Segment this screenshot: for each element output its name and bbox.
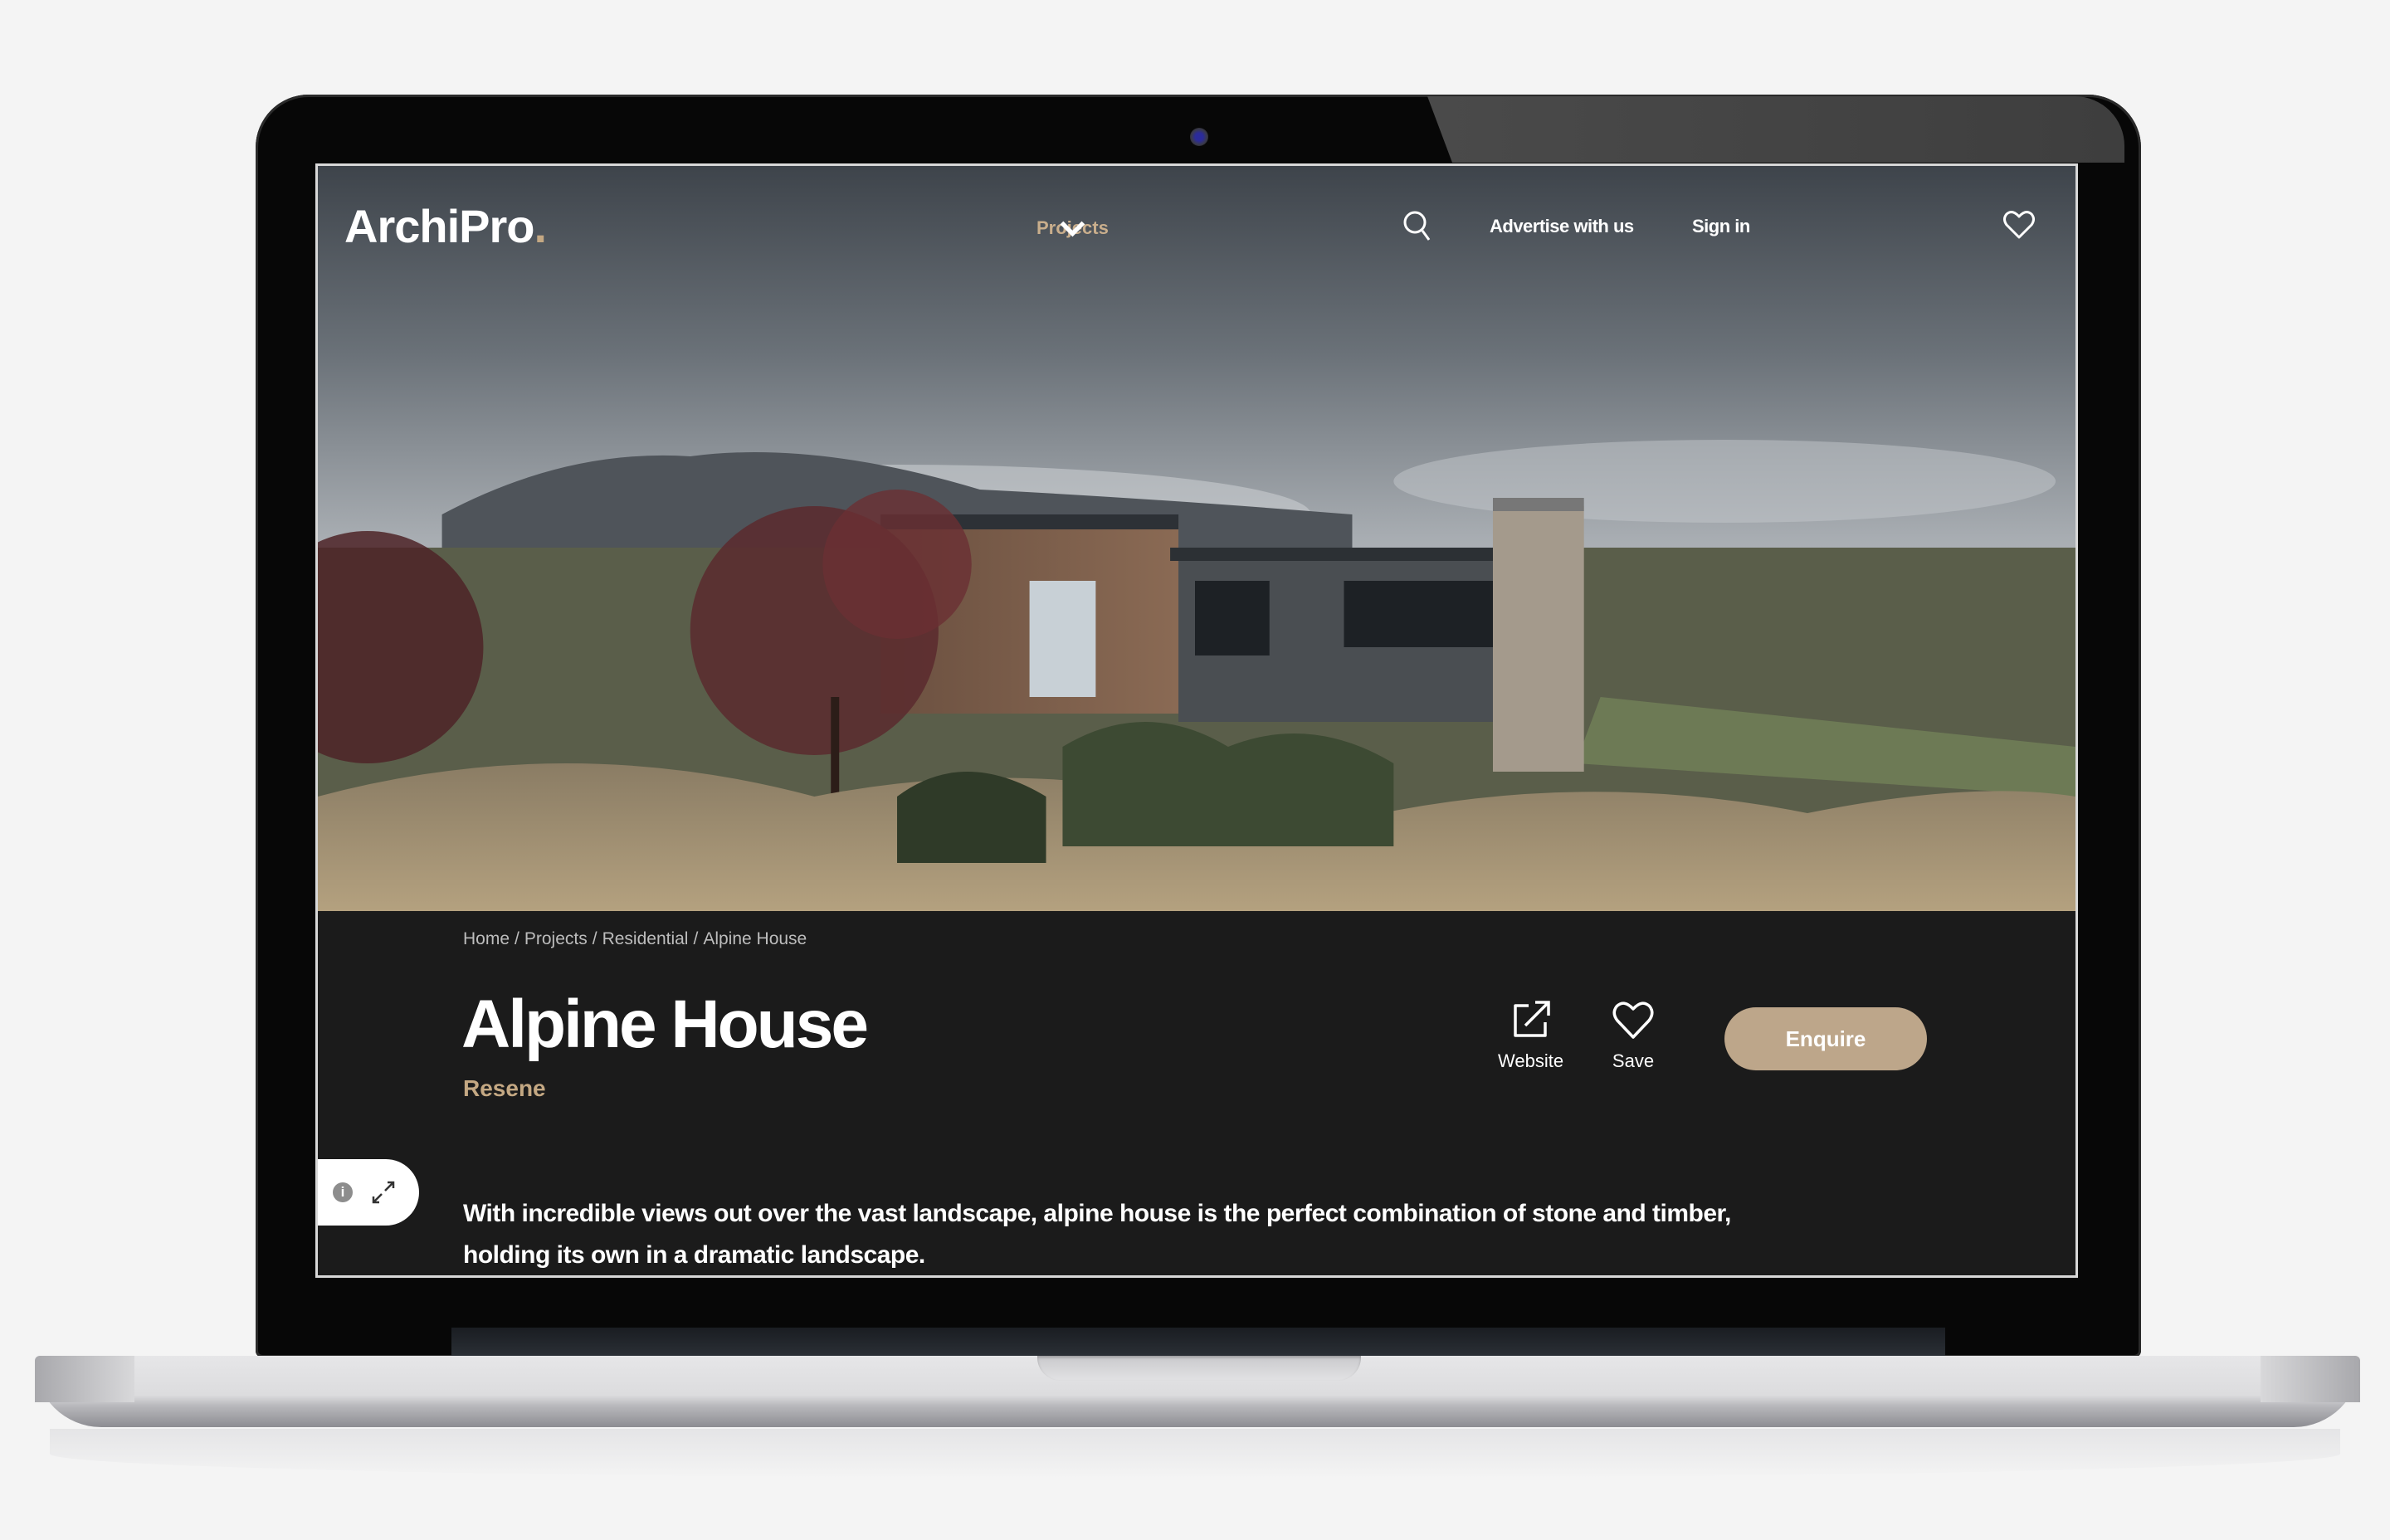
project-title: Alpine House <box>461 987 869 1062</box>
breadcrumb-separator: / <box>592 929 598 948</box>
breadcrumb-home[interactable]: Home <box>463 929 510 949</box>
laptop-notch <box>1037 1356 1361 1381</box>
breadcrumb-projects[interactable]: Projects <box>524 929 588 949</box>
laptop-chin <box>451 1328 1945 1357</box>
lid-glare <box>1427 96 2124 163</box>
info-icon[interactable]: i <box>333 1182 353 1202</box>
breadcrumb: Home / Projects / Residential / Alpine H… <box>463 929 807 949</box>
expand-icon[interactable] <box>371 1180 396 1205</box>
nav-signin-link[interactable]: Sign in <box>1692 216 1750 237</box>
laptop-reflection <box>50 1429 2340 1479</box>
website-button[interactable]: Website <box>1498 997 1563 1072</box>
nav-advertise-link[interactable]: Advertise with us <box>1490 216 1634 237</box>
save-button[interactable]: Save <box>1611 997 1656 1072</box>
top-navigation: ArchiPro. Projects Advertise with us Sig… <box>318 166 2075 299</box>
favourites-heart-icon[interactable] <box>2002 209 2036 241</box>
webcam <box>1190 128 1208 146</box>
image-controls-pill: i <box>318 1159 419 1226</box>
breadcrumb-current: Alpine House <box>703 929 807 948</box>
nav-projects-dropdown[interactable]: Projects <box>1036 217 1109 239</box>
save-label: Save <box>1612 1050 1655 1071</box>
hero-image: ArchiPro. Projects Advertise with us Sig… <box>318 166 2075 911</box>
search-icon[interactable] <box>1402 209 1432 242</box>
project-brand-link[interactable]: Resene <box>463 1075 546 1102</box>
project-description: With incredible views out over the vast … <box>463 1200 1731 1269</box>
breadcrumb-separator: / <box>515 929 519 948</box>
external-link-icon <box>1513 1001 1550 1037</box>
logo-text: ArchiPro <box>344 200 534 252</box>
breadcrumb-separator: / <box>693 929 699 948</box>
browser-screen: ArchiPro. Projects Advertise with us Sig… <box>315 163 2078 1278</box>
heart-icon <box>1612 1001 1654 1039</box>
archipro-logo[interactable]: ArchiPro. <box>344 199 548 253</box>
enquire-button[interactable]: Enquire <box>1724 1007 1927 1070</box>
project-details: Home / Projects / Residential / Alpine H… <box>318 911 2075 1275</box>
chevron-down-icon <box>1060 221 1085 237</box>
logo-dot: . <box>534 200 548 252</box>
breadcrumb-residential[interactable]: Residential <box>602 929 689 949</box>
website-label: Website <box>1498 1050 1564 1071</box>
